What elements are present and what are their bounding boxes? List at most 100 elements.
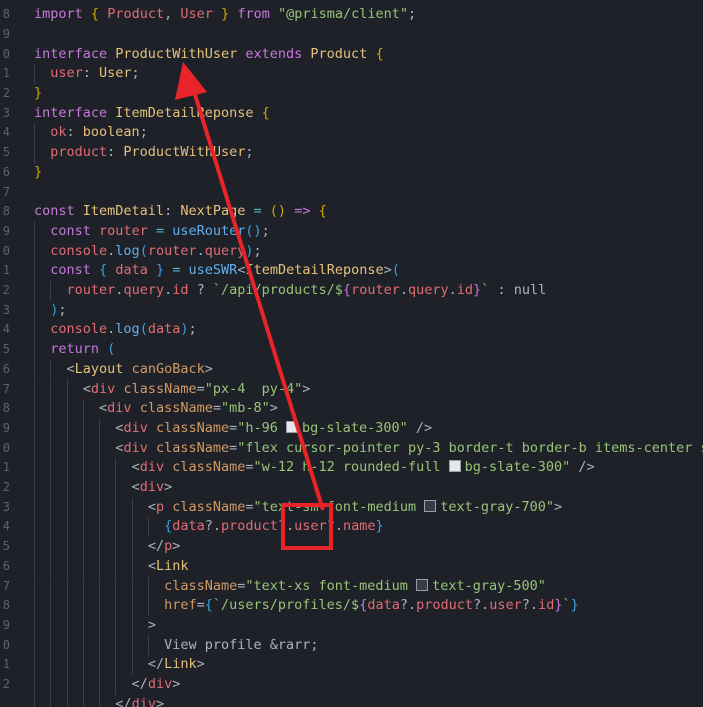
indent-guide bbox=[131, 635, 133, 656]
code-text: <Layout canGoBack> bbox=[66, 360, 213, 377]
line-number: 5 bbox=[2, 342, 10, 357]
code-text: {data?.product?.user?.name} bbox=[164, 518, 384, 535]
indent-guide bbox=[34, 300, 35, 321]
code-text: const router = useRouter(); bbox=[50, 222, 270, 239]
indent-guide bbox=[34, 458, 35, 478]
code-line[interactable]: 7 <div className="px-4 py-4"> bbox=[0, 379, 703, 400]
color-swatch-icon[interactable] bbox=[448, 460, 461, 473]
line-number: 2 bbox=[2, 480, 10, 494]
indent-guide bbox=[66, 478, 68, 498]
indent-guide bbox=[34, 596, 35, 616]
indent-guide bbox=[50, 458, 52, 478]
code-text: user: User; bbox=[50, 65, 140, 82]
code-line[interactable]: 6 <Link bbox=[0, 556, 703, 577]
indent-guide bbox=[50, 596, 52, 616]
indent-guide bbox=[50, 359, 52, 380]
line-number: 9 bbox=[2, 26, 10, 41]
indent-guide bbox=[34, 143, 35, 163]
code-line[interactable]: 0 <div className="flex cursor-pointer py-… bbox=[0, 438, 703, 459]
indent-guide bbox=[99, 694, 101, 707]
code-line[interactable]: </div> bbox=[0, 694, 703, 707]
indent-guide bbox=[50, 576, 52, 597]
code-line[interactable]: 9 bbox=[0, 25, 703, 45]
indent-guide bbox=[34, 399, 35, 419]
indent-guide bbox=[115, 497, 117, 518]
code-text: href={`/users/profiles/${data?.product?.… bbox=[164, 597, 579, 614]
indent-guide bbox=[50, 379, 52, 400]
code-line[interactable]: 9 const router = useRouter(); bbox=[0, 221, 703, 242]
line-number: 1 bbox=[2, 460, 10, 475]
color-swatch-icon[interactable] bbox=[424, 499, 437, 512]
code-line[interactable]: 1 user: User; bbox=[0, 64, 703, 84]
code-line[interactable]: 3); bbox=[0, 300, 703, 321]
indent-guide bbox=[34, 320, 35, 341]
code-line[interactable]: 4 {data?.product?.user?.name} bbox=[0, 517, 703, 538]
line-number: 3 bbox=[2, 105, 10, 120]
code-line[interactable]: 9 <div className="h-96 bg-slate-300" /> bbox=[0, 418, 703, 439]
color-swatch-icon[interactable] bbox=[286, 420, 299, 433]
code-text: <div className="px-4 py-4"> bbox=[82, 380, 311, 397]
code-line[interactable]: 8 const ItemDetail: NextPage = () => { bbox=[0, 202, 703, 222]
indent-guide bbox=[66, 399, 68, 419]
indent-guide bbox=[82, 478, 84, 498]
indent-guide bbox=[50, 438, 52, 459]
code-line[interactable]: 3 interface ItemDetailReponse { bbox=[0, 104, 703, 124]
indent-guide bbox=[147, 596, 149, 616]
code-line[interactable]: 6 <Layout canGoBack> bbox=[0, 359, 703, 380]
code-editor[interactable]: 8 import { Product, User } from "@prisma/… bbox=[0, 0, 703, 707]
code-line[interactable]: 2} bbox=[0, 84, 703, 104]
indent-guide bbox=[34, 241, 35, 262]
code-line[interactable]: 7 className="text-xs font-medium text-gra… bbox=[0, 576, 703, 597]
code-line[interactable]: 0 interface ProductWithUser extends Produ… bbox=[0, 45, 703, 65]
code-line[interactable]: 5 </p> bbox=[0, 537, 703, 557]
code-text: const ItemDetail: NextPage = () => { bbox=[34, 203, 327, 220]
indent-guide bbox=[82, 655, 84, 675]
code-line[interactable]: 3 <p className="text-sm font-medium text-… bbox=[0, 497, 703, 518]
indent-guide bbox=[82, 694, 84, 707]
line-number: 8 bbox=[2, 204, 10, 219]
indent-guide bbox=[50, 497, 52, 518]
indent-guide bbox=[66, 576, 68, 597]
code-line[interactable]: 2 <div> bbox=[0, 478, 703, 498]
code-line[interactable]: 5 product: ProductWithUser; bbox=[0, 143, 703, 163]
indent-guide bbox=[115, 517, 117, 538]
indent-guide bbox=[50, 537, 52, 557]
code-line[interactable]: 2 router.query.id ? `/api/products/${rout… bbox=[0, 281, 703, 301]
code-line[interactable]: 2 </div> bbox=[0, 675, 703, 695]
code-line[interactable]: 1 const { data } = useSWR<ItemDetailRepon… bbox=[0, 261, 703, 281]
code-line[interactable]: 6} bbox=[0, 163, 703, 183]
indent-guide bbox=[99, 655, 101, 675]
code-text: ok: boolean; bbox=[50, 124, 148, 141]
code-line[interactable]: 1 <div className="w-12 h-12 rounded-full … bbox=[0, 458, 703, 478]
indent-guide bbox=[131, 655, 133, 675]
color-swatch-icon[interactable] bbox=[416, 578, 429, 591]
line-number: 3 bbox=[2, 302, 10, 317]
code-line[interactable]: 0 console.log(router.query); bbox=[0, 241, 703, 262]
indent-guide bbox=[66, 517, 68, 538]
code-line[interactable]: 8 import { Product, User } from "@prisma/… bbox=[0, 5, 703, 25]
indent-guide bbox=[99, 537, 101, 557]
line-number: 4 bbox=[2, 519, 10, 534]
code-line[interactable]: 4 ok: boolean; bbox=[0, 123, 703, 144]
indent-guide bbox=[99, 497, 101, 518]
code-line[interactable]: 4 console.log(data); bbox=[0, 320, 703, 341]
code-text: <div className="mb-8"> bbox=[99, 400, 278, 417]
line-number: 9 bbox=[2, 617, 10, 632]
code-line[interactable]: 5 return ( bbox=[0, 340, 703, 360]
code-line[interactable]: 0 View profile &rarr; bbox=[0, 635, 703, 656]
line-number: 9 bbox=[2, 420, 10, 435]
code-line[interactable]: 7 bbox=[0, 183, 703, 203]
code-line[interactable]: 8 href={`/users/profiles/${data?.product?… bbox=[0, 596, 703, 616]
indent-guide bbox=[50, 418, 52, 439]
code-text: product: ProductWithUser; bbox=[50, 144, 254, 161]
code-line[interactable]: 9 > bbox=[0, 615, 703, 636]
code-line[interactable]: 1 </Link> bbox=[0, 655, 703, 675]
code-text: const { data } = useSWR<ItemDetailRepons… bbox=[50, 262, 400, 279]
code-text: <Link bbox=[147, 557, 189, 574]
code-line[interactable]: 8 <div className="mb-8"> bbox=[0, 399, 703, 419]
indent-guide bbox=[99, 438, 101, 459]
indent-guide bbox=[131, 596, 133, 616]
indent-guide bbox=[34, 359, 35, 380]
indent-guide bbox=[115, 458, 117, 478]
indent-guide bbox=[66, 694, 68, 707]
